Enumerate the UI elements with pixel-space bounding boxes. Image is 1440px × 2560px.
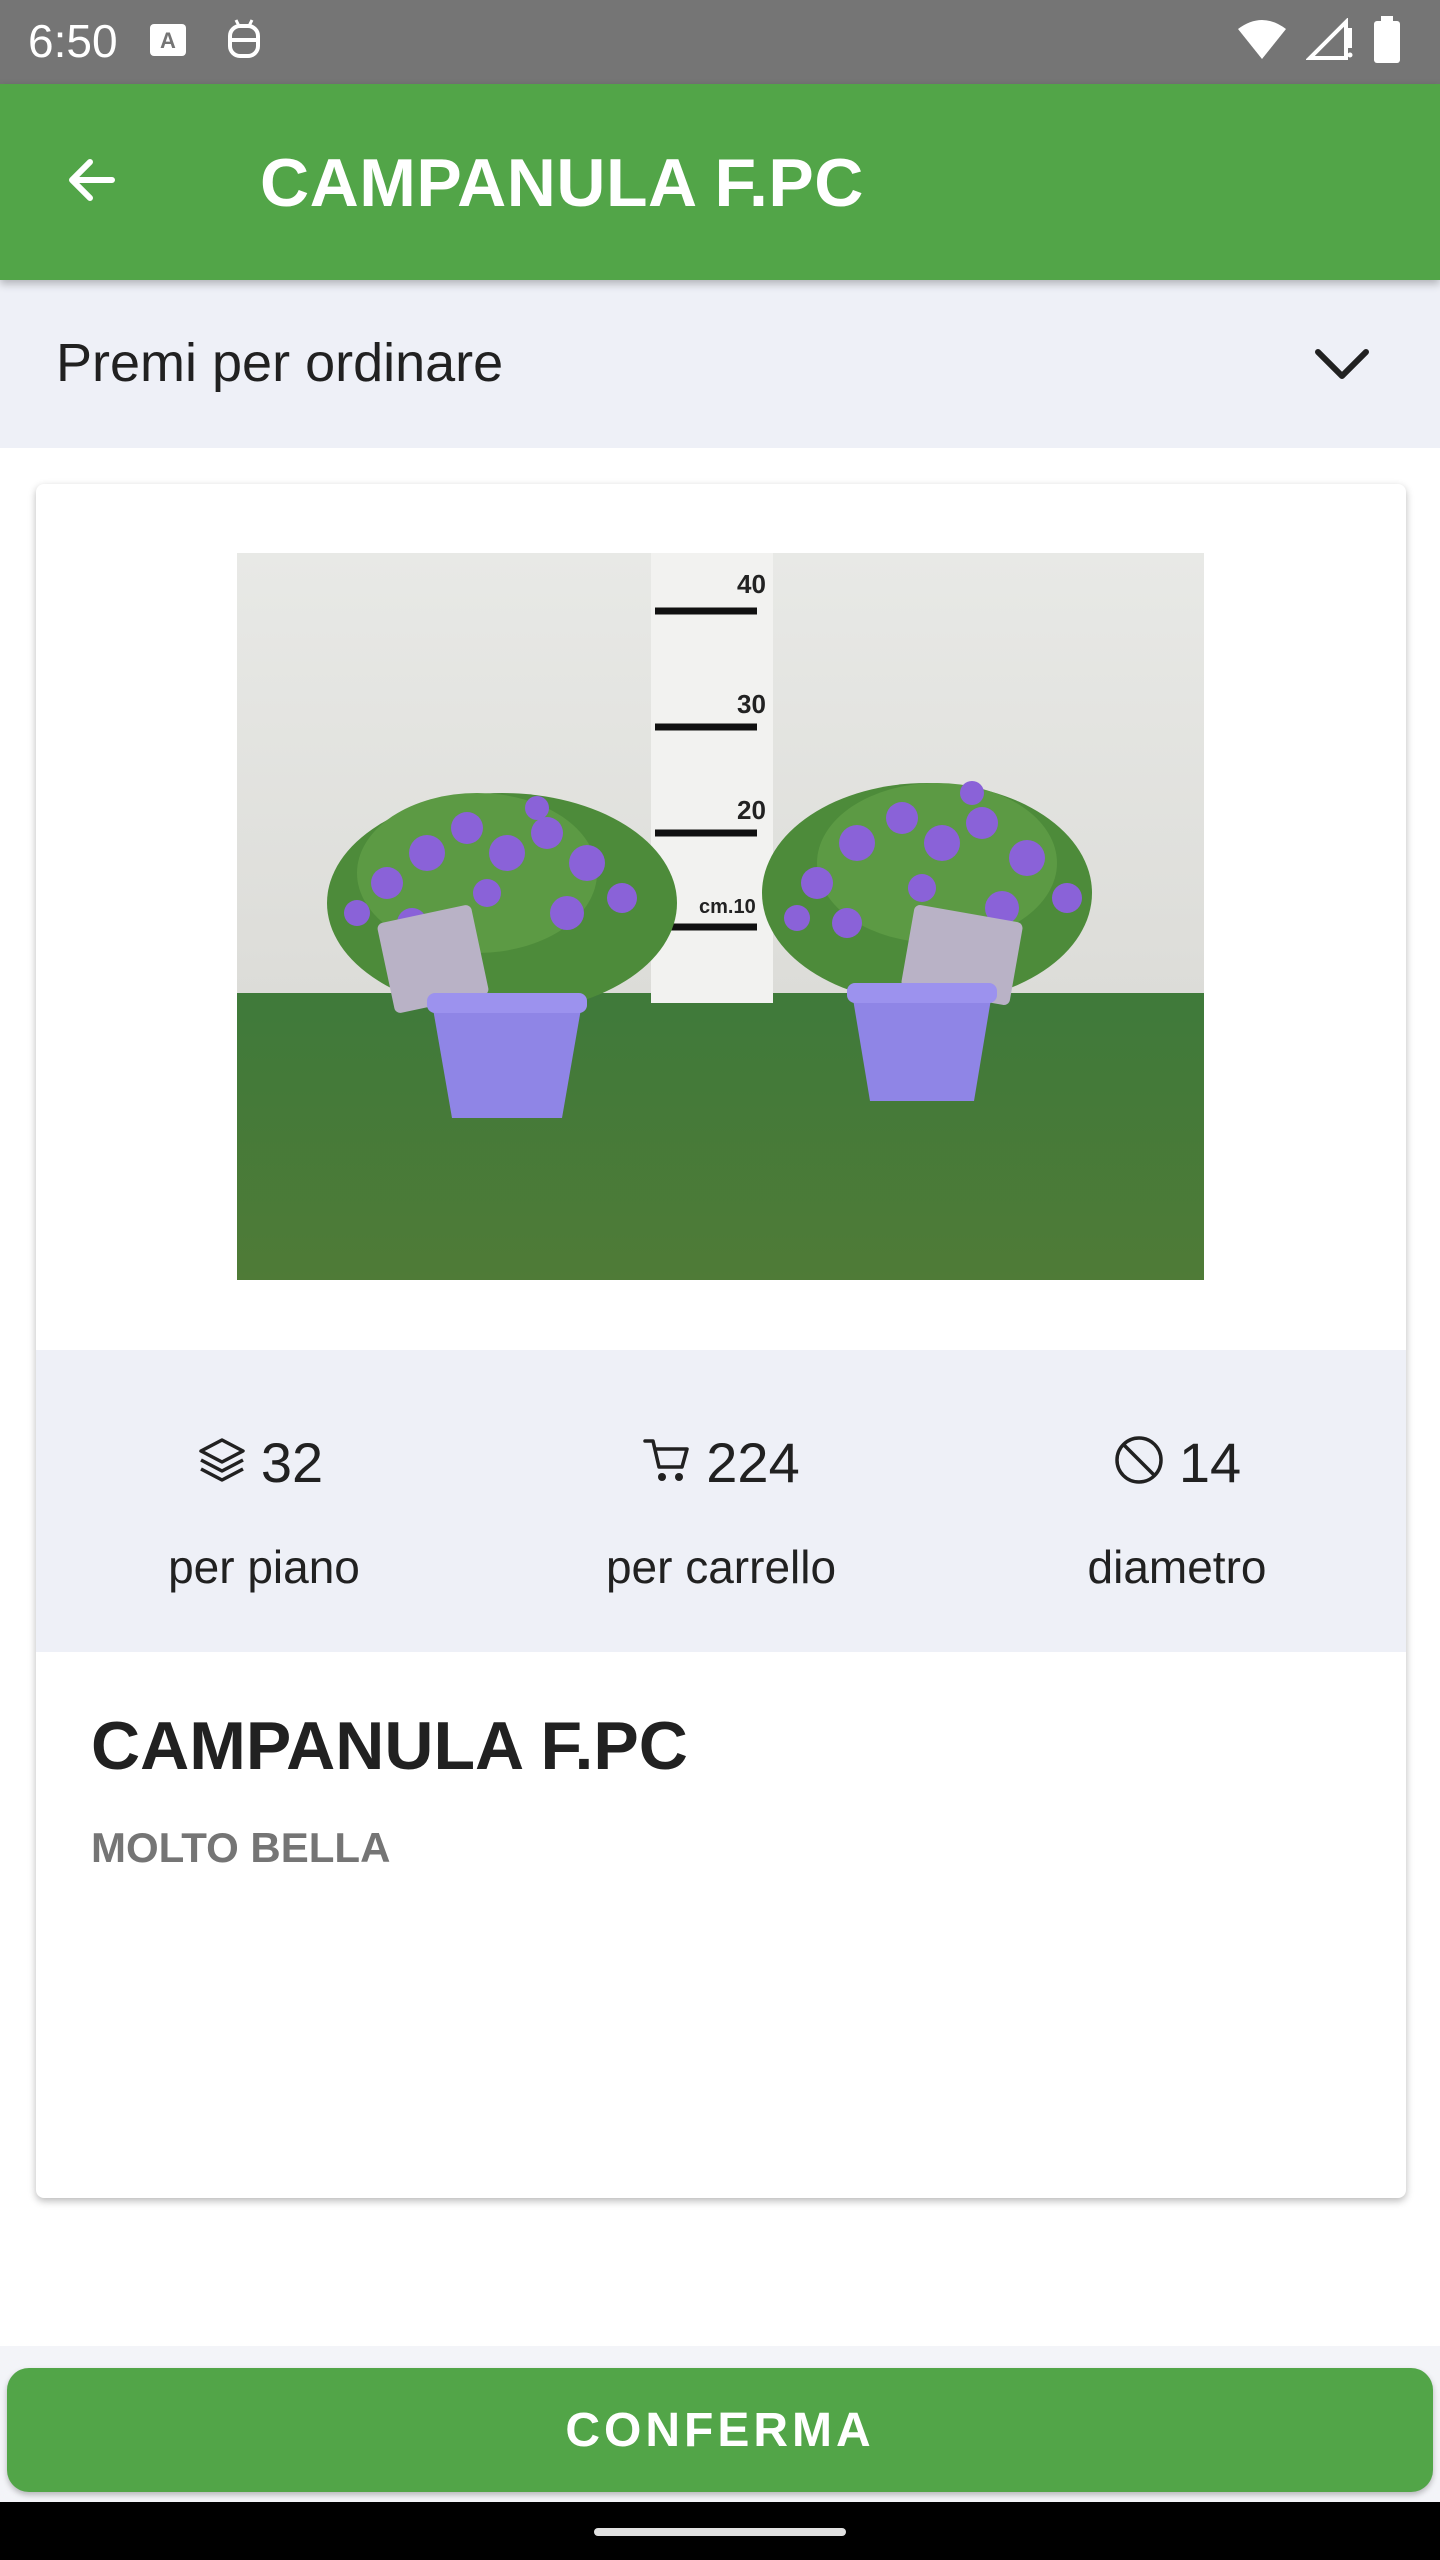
a-keyboard-icon: A [148, 20, 188, 65]
signal-icon [1305, 17, 1354, 67]
app-bar: CAMPANULA F.PC [0, 84, 1440, 280]
order-dropdown[interactable]: Premi per ordinare [0, 280, 1440, 448]
stat-per-carrello: 224 per carrello [493, 1350, 949, 1652]
back-button[interactable] [56, 146, 128, 218]
product-name: CAMPANULA F.PC [91, 1708, 688, 1784]
order-dropdown-label: Premi per ordinare [56, 333, 504, 393]
android-icon [224, 18, 264, 67]
arrow-left-icon [64, 152, 120, 213]
stat-label: per carrello [605, 1541, 837, 1593]
stat-per-piano: 32 per piano [36, 1350, 492, 1652]
wifi-icon [1236, 19, 1288, 66]
stat-value: 32 [260, 1431, 324, 1494]
ruler-mark-40: 40 [737, 569, 766, 599]
product-card: 40 30 20 cm.10 32 per piano 224 per carr… [36, 484, 1406, 2198]
chevron-down-icon[interactable] [1306, 328, 1378, 400]
product-subtitle: MOLTO BELLA [91, 1824, 391, 1871]
stat-value: 14 [1178, 1431, 1242, 1494]
product-image: 40 30 20 cm.10 [237, 553, 1204, 1280]
ruler-mark-10: cm.10 [699, 896, 756, 918]
product-stats: 32 per piano 224 per carrello 14 diametr… [36, 1350, 1406, 1652]
ruler-mark-20: 20 [737, 795, 766, 825]
diameter-icon [1113, 1434, 1165, 1491]
status-time: 6:50 [28, 15, 118, 67]
status-bar: 6:50 A [0, 0, 1440, 84]
confirm-button[interactable]: CONFERMA [7, 2368, 1433, 2492]
page-title: CAMPANULA F.PC [260, 145, 864, 221]
svg-text:A: A [160, 28, 176, 53]
home-handle[interactable] [594, 2528, 846, 2536]
stat-label: per piano [168, 1541, 360, 1593]
cart-icon [642, 1435, 692, 1490]
ruler-mark-30: 30 [737, 689, 766, 719]
battery-icon [1372, 16, 1402, 69]
stat-diametro: 14 diametro [949, 1350, 1405, 1652]
status-right-icons [1236, 16, 1402, 69]
navigation-bar [0, 2502, 1440, 2560]
stat-label: diametro [1087, 1541, 1267, 1593]
stat-value: 224 [706, 1431, 800, 1494]
layers-icon [197, 1435, 247, 1490]
status-left-icons: A [148, 18, 264, 67]
